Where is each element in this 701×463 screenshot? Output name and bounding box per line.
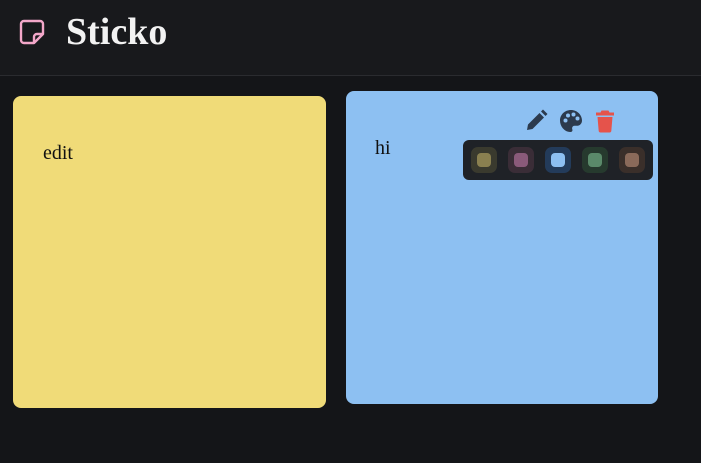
color-palette-popup <box>463 140 653 180</box>
swatch-yellow[interactable] <box>471 147 497 173</box>
swatch-green[interactable] <box>582 147 608 173</box>
edit-button[interactable] <box>523 108 549 134</box>
trash-icon <box>596 110 614 133</box>
swatch-pink[interactable] <box>508 147 534 173</box>
swatch-color <box>477 153 491 167</box>
sticky-note[interactable]: hi <box>346 91 658 404</box>
app-title: Sticko <box>66 11 168 53</box>
swatch-blue-selected[interactable] <box>545 147 571 173</box>
swatch-brown[interactable] <box>619 147 645 173</box>
note-text[interactable]: hi <box>375 137 391 160</box>
swatch-color <box>551 153 565 167</box>
color-palette-button[interactable] <box>558 108 584 134</box>
delete-button[interactable] <box>592 108 618 134</box>
sticky-note-icon <box>18 18 46 46</box>
swatch-color <box>588 153 602 167</box>
pencil-icon <box>527 109 548 130</box>
app-header: Sticko <box>0 0 701 76</box>
swatch-color <box>514 153 528 167</box>
palette-icon <box>560 110 582 132</box>
swatch-color <box>625 153 639 167</box>
sticky-note[interactable]: edit <box>13 96 326 408</box>
note-text[interactable]: edit <box>43 142 73 165</box>
